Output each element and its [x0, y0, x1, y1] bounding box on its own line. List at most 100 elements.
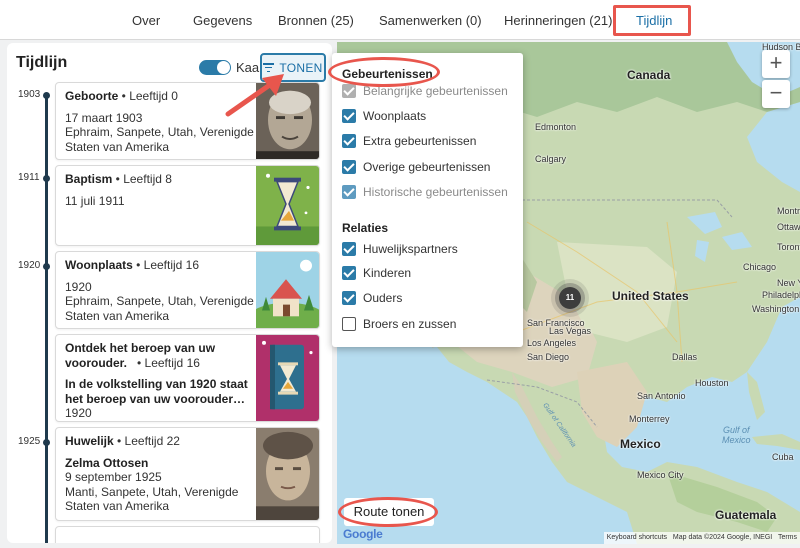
map-data-text: Map data ©2024 Google, INEGI [672, 534, 773, 541]
route-button-highlight [338, 497, 438, 527]
hourglass-icon [256, 166, 319, 245]
filter-option-label: Historische gebeurtenissen [363, 185, 508, 199]
tab-samenwerken[interactable]: Samenwerken (0) [379, 13, 482, 28]
map-label-mexico: Mexico [620, 437, 661, 451]
timeline-event-card[interactable]: Ontdek het beroep van uw voorouder. • Le… [55, 334, 320, 422]
checkbox[interactable] [342, 291, 356, 305]
event-text: Ontdek het beroep van uw voorouder. • Le… [65, 341, 255, 421]
map-attribution: Keyboard shortcuts Map data ©2024 Google… [603, 532, 800, 544]
event-place: Manti, Sanpete, Utah, Verenigde Staten v… [65, 484, 239, 514]
map-label-houston: Houston [695, 378, 729, 388]
map-cluster-marker[interactable]: 11 [559, 287, 581, 309]
map-label-cuba: Cuba [772, 452, 794, 462]
map-label-guatemala: Guatemala [715, 508, 777, 522]
map-label-new-york: New Yo [777, 278, 800, 288]
map-label-toronto: Toront [777, 242, 800, 252]
timeline-year: 1911 [18, 172, 40, 183]
filter-option[interactable]: Broers en zussen [342, 316, 456, 332]
filter-option[interactable]: Huwelijkspartners [342, 241, 458, 257]
event-date: 9 september 1925 [65, 470, 162, 484]
map-label-edmonton: Edmonton [535, 122, 577, 132]
event-age: • Leeftijd 22 [113, 434, 180, 448]
panel-title: Tijdlijn [16, 54, 68, 71]
filter-option-label: Woonplaats [363, 109, 427, 123]
checkbox[interactable] [342, 317, 356, 331]
filter-option[interactable]: Ouders [342, 290, 402, 306]
filter-option[interactable]: Kinderen [342, 265, 411, 281]
map-label-washington: Washington [752, 304, 800, 314]
event-spouse: Zelma Ottosen [65, 455, 149, 470]
zoom-out-button[interactable]: − [762, 80, 790, 108]
map-label-san-diego: San Diego [527, 352, 570, 362]
map-label-calgary: Calgary [535, 154, 567, 164]
map-label-monterrey: Monterrey [629, 414, 670, 424]
annotation-arrow-icon [225, 74, 284, 117]
timeline-dot [43, 439, 50, 446]
map-label-gulf-of-mexico: Gulf of Mexico [722, 425, 751, 445]
event-age: • Leeftijd 0 [118, 89, 178, 103]
event-text: Woonplaats • Leeftijd 16 1920 Ephraim, S… [65, 258, 255, 323]
timeline-line [45, 95, 48, 543]
checkbox [342, 185, 356, 199]
tab-tijdlijn-highlight [613, 5, 691, 36]
checkbox[interactable] [342, 134, 356, 148]
filter-option-label: Overige gebeurtenissen [363, 160, 491, 174]
event-date: 1920 [65, 279, 92, 294]
event-text: Baptism • Leeftijd 8 11 juli 1911 [65, 172, 255, 208]
timeline-dot [43, 263, 50, 270]
timeline-year: 1903 [18, 89, 41, 100]
filter-option-label: Extra gebeurtenissen [363, 134, 477, 148]
filter-option[interactable]: Extra gebeurtenissen [342, 133, 476, 149]
timeline-year: 1920 [18, 260, 41, 271]
event-title: Woonplaats [65, 258, 133, 272]
checkbox[interactable] [342, 266, 356, 280]
timeline-event-card[interactable]: Baptism • Leeftijd 8 11 juli 1911 [55, 165, 320, 246]
tab-gegevens[interactable]: Gegevens [193, 13, 252, 28]
timeline-dot [43, 92, 50, 99]
house-icon [256, 252, 319, 328]
book-hourglass-icon [256, 335, 319, 421]
event-text: Huwelijk • Leeftijd 22 Zelma Ottosen 9 s… [65, 434, 255, 514]
event-date: 11 juli 1911 [65, 193, 125, 208]
filter-dropdown: Gebeurtenissen Belangrijke gebeurtenisse… [332, 53, 523, 347]
event-title: Baptism [65, 172, 113, 186]
filter-option-label: Huwelijkspartners [363, 242, 458, 256]
timeline-year: 1925 [18, 436, 41, 447]
event-subtitle: In de volkstelling van 1920 staat het be… [65, 377, 248, 406]
map-label-san-antonio: San Antonio [637, 391, 686, 401]
filter-option[interactable]: Overige gebeurtenissen [342, 159, 490, 175]
checkbox[interactable] [342, 242, 356, 256]
tab-bronnen[interactable]: Bronnen (25) [278, 13, 354, 28]
event-place: Ephraim, Sanpete, Utah, Verenigde Staten… [65, 125, 254, 154]
map-label-montreal: Montre [777, 206, 800, 216]
map-label-ottawa: Ottaw [777, 222, 800, 232]
keyboard-shortcuts-link[interactable]: Keyboard shortcuts [607, 534, 667, 541]
timeline-event-card[interactable]: Huwelijk • Leeftijd 22 Zelma Ottosen 9 s… [55, 427, 320, 521]
filter-option[interactable]: Woonplaats [342, 108, 426, 124]
map-label-las-vegas: Las Vegas [549, 326, 592, 336]
tab-bar: Over Gegevens Bronnen (25) Samenwerken (… [0, 0, 800, 40]
event-age: • Leeftijd 16 [132, 258, 200, 272]
checkbox[interactable] [342, 160, 356, 174]
portrait-photo [256, 428, 319, 520]
relations-heading: Relaties [342, 221, 389, 235]
events-heading-highlight [328, 57, 440, 87]
map-label-mexico-city: Mexico City [637, 470, 684, 480]
filter-option-label: Broers en zussen [363, 317, 457, 331]
tab-herinneringen[interactable]: Herinneringen (21) [504, 13, 612, 28]
map-label-dallas: Dallas [672, 352, 698, 362]
event-title: Geboorte [65, 89, 119, 103]
timeline-event-card[interactable]: Woonplaats • Leeftijd 16 1920 Ephraim, S… [55, 251, 320, 329]
zoom-in-button[interactable]: + [762, 50, 790, 78]
map-label-philadelphia: Philadelphi [762, 290, 800, 300]
map-label-united-states: United States [612, 289, 689, 303]
checkbox [342, 84, 356, 98]
terms-link[interactable]: Terms [778, 534, 797, 541]
event-place: Ephraim, Sanpete, Utah, Verenigde Staten… [65, 294, 254, 323]
map-label-canada: Canada [627, 68, 671, 82]
checkbox[interactable] [342, 109, 356, 123]
event-date: 1920 [65, 406, 92, 420]
map-label-los-angeles: Los Angeles [527, 338, 577, 348]
timeline-event-card[interactable] [55, 526, 320, 543]
tab-over[interactable]: Over [132, 13, 160, 28]
